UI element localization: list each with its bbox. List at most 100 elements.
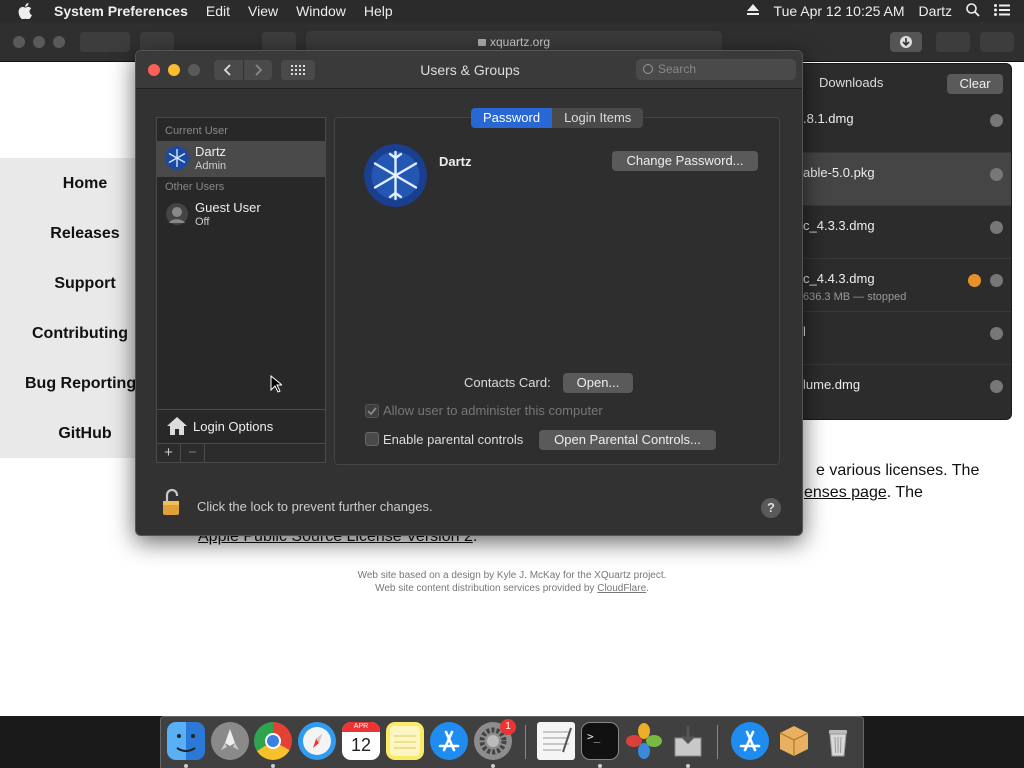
trash-icon[interactable] [819, 722, 857, 760]
menu-window[interactable]: Window [296, 3, 346, 19]
download-item[interactable]: able-5.0.pkg [791, 152, 1011, 205]
resume-download-icon[interactable] [968, 274, 981, 287]
download-status: 636.3 MB — stopped [803, 291, 907, 303]
menu-bar: System Preferences Edit View Window Help… [0, 0, 1024, 22]
other-users-header: Other Users [165, 181, 225, 193]
show-in-finder-icon[interactable] [990, 327, 1003, 340]
svg-text:>_: >_ [587, 730, 601, 743]
tab-password[interactable]: Password [471, 108, 553, 128]
download-item[interactable]: l [791, 311, 1011, 364]
user-picture[interactable] [364, 144, 427, 207]
contacts-card-label: Contacts Card: [464, 375, 551, 390]
download-item[interactable]: c_4.3.3.dmg [791, 205, 1011, 258]
menubar-clock[interactable]: Tue Apr 12 10:25 AM [774, 3, 905, 19]
menu-view[interactable]: View [248, 3, 278, 19]
spotlight-search-icon[interactable] [966, 2, 980, 20]
app-store-icon[interactable] [430, 722, 468, 760]
show-in-finder-icon[interactable] [990, 168, 1003, 181]
download-name: lume.dmg [803, 377, 861, 392]
footer-cdn: Web site content distribution services p… [0, 583, 1024, 594]
add-remove-control: + − [156, 443, 326, 463]
url-text: xquartz.org [489, 35, 551, 49]
login-options-item[interactable]: Login Options [156, 409, 326, 443]
parental-controls-label: Enable parental controls [383, 432, 524, 447]
running-indicator [598, 764, 602, 768]
clear-downloads-button[interactable]: Clear [947, 74, 1003, 94]
footer-credit: Web site based on a design by Kyle J. Mc… [357, 570, 667, 581]
sidebar-toggle-button[interactable] [140, 32, 174, 52]
safari-icon[interactable] [298, 722, 336, 760]
browser-close-button[interactable] [13, 36, 25, 48]
dock: APR 12 1 >_ [160, 716, 864, 768]
user-row-guest[interactable]: Guest User Off [157, 197, 325, 233]
browser-back-forward-button[interactable] [80, 32, 130, 52]
page-body-text-2: enses page. The [804, 484, 923, 502]
installer-icon[interactable] [669, 722, 707, 760]
app-store-folder-icon[interactable] [731, 722, 769, 760]
download-name: l [803, 324, 806, 339]
login-options-label: Login Options [193, 419, 274, 434]
change-password-button[interactable]: Change Password... [612, 151, 758, 171]
textedit-icon[interactable] [537, 722, 575, 760]
search-placeholder: Search [658, 62, 697, 76]
footer-cdn-text: Web site content distribution services p… [375, 583, 598, 594]
allow-admin-checkbox[interactable] [365, 404, 379, 418]
page-body-text-1: e various licenses. The [816, 462, 980, 479]
window-titlebar: Users & Groups Search [136, 51, 802, 89]
running-indicator [686, 764, 690, 768]
open-contacts-button[interactable]: Open... [563, 373, 633, 393]
cloudflare-link[interactable]: CloudFlare [597, 583, 646, 594]
remove-user-button[interactable]: − [181, 444, 205, 462]
download-name: .8.1.dmg [803, 111, 854, 126]
tabs-overview-button[interactable] [980, 32, 1014, 52]
browser-minimize-button[interactable] [33, 36, 45, 48]
apple-menu-icon[interactable] [18, 3, 40, 19]
menubar-user[interactable]: Dartz [919, 3, 952, 19]
show-in-finder-icon[interactable] [990, 274, 1003, 287]
privacy-shield-button[interactable] [262, 32, 296, 52]
menu-app-name[interactable]: System Preferences [54, 3, 188, 19]
notification-center-icon[interactable] [994, 3, 1010, 19]
package-icon[interactable] [775, 722, 813, 760]
search-field[interactable]: Search [636, 59, 796, 80]
show-in-finder-icon[interactable] [990, 114, 1003, 127]
parental-controls-checkbox[interactable] [365, 432, 379, 446]
download-item[interactable]: .8.1.dmg [791, 99, 1011, 152]
footer-cdn-suffix: . [646, 583, 649, 594]
downloads-popover: Downloads Clear .8.1.dmg able-5.0.pkg c_… [790, 63, 1012, 420]
terminal-icon[interactable]: >_ [581, 722, 619, 760]
search-icon [643, 64, 653, 74]
browser-zoom-button[interactable] [53, 36, 65, 48]
help-button[interactable]: ? [761, 498, 781, 518]
user-row-dartz[interactable]: Dartz Admin [157, 141, 325, 177]
detail-tabs: Password Login Items [471, 108, 644, 128]
show-in-finder-icon[interactable] [990, 380, 1003, 393]
photos-icon[interactable] [625, 722, 663, 760]
download-item[interactable]: lume.dmg [791, 364, 1011, 417]
launchpad-icon[interactable] [211, 722, 249, 760]
tab-login-items[interactable]: Login Items [552, 108, 644, 128]
calendar-icon[interactable]: APR 12 [342, 722, 380, 760]
running-indicator [271, 764, 275, 768]
add-user-button[interactable]: + [157, 444, 181, 462]
guest-user-icon [165, 202, 189, 226]
mouse-cursor-icon [270, 374, 284, 396]
page-body-text-2-rest: . The [886, 484, 923, 501]
menu-help[interactable]: Help [364, 3, 393, 19]
download-item[interactable]: c_4.4.3.dmg 636.3 MB — stopped [791, 258, 1011, 311]
lock-icon [477, 39, 486, 47]
open-parental-controls-button[interactable]: Open Parental Controls... [539, 430, 716, 450]
licenses-page-link[interactable]: enses page [804, 484, 887, 501]
show-in-finder-icon[interactable] [990, 221, 1003, 234]
house-icon [166, 415, 188, 440]
running-indicator [184, 764, 188, 768]
notification-badge: 1 [500, 719, 516, 735]
chrome-icon[interactable] [254, 722, 292, 760]
menu-edit[interactable]: Edit [206, 3, 230, 19]
downloads-button[interactable] [890, 32, 922, 52]
eject-icon[interactable] [746, 3, 760, 19]
lock-open-icon[interactable] [161, 487, 183, 520]
share-button[interactable] [936, 32, 970, 52]
notes-icon[interactable] [386, 722, 424, 760]
finder-icon[interactable] [167, 722, 205, 760]
